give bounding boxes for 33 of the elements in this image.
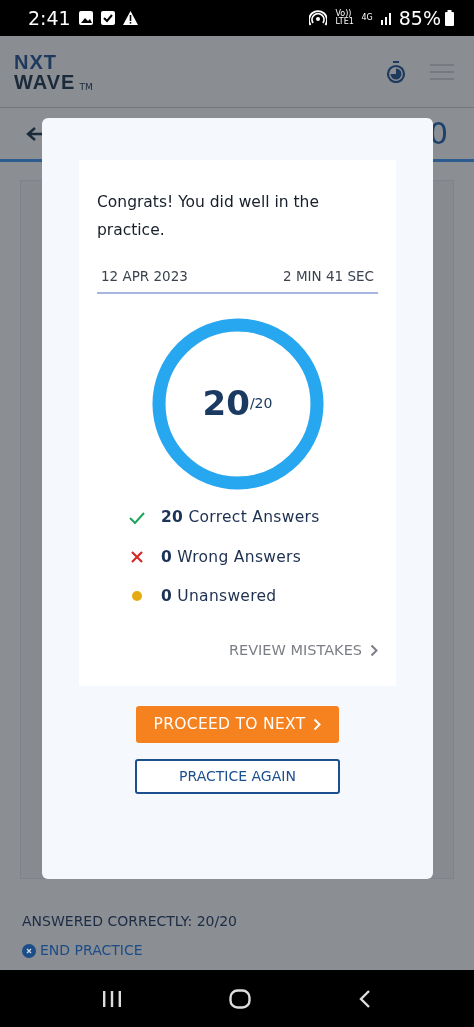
chevron-right-icon [370,644,378,658]
practice-date: 12 APR 2023 [101,267,188,286]
congrats-message: Congrats! You did well in the practice. [97,192,320,241]
recent-apps-icon[interactable] [101,989,122,1008]
network-label: Vo)) LTE1 [335,10,354,26]
clock-time: 2:41 [28,5,71,31]
hotspot-icon [309,10,328,26]
chevron-right-icon [313,717,322,731]
practice-duration: 2 MIN 41 SEC [283,267,374,286]
checkbox-icon [100,11,115,25]
back-icon[interactable] [358,988,373,1009]
battery-level: 85% [398,5,441,31]
review-mistakes-link[interactable]: REVIEW MISTAKES [228,640,378,662]
proceed-button[interactable]: PROCEED TO NEXT [135,705,340,743]
close-icon [22,943,36,958]
practice-again-button[interactable]: PRACTICE AGAIN [135,759,340,794]
stopwatch-icon[interactable] [386,60,406,83]
result-text: 0 Wrong Answers [161,546,302,568]
dot-icon [129,590,145,603]
check-icon [129,511,145,524]
warning-icon [122,11,138,25]
back-arrow-icon[interactable] [26,125,44,142]
data-label: 4G [361,14,373,22]
image-icon [78,11,93,25]
end-practice-link[interactable]: END PRACTICE [22,940,143,961]
logo: NXT WAVE TM [14,51,93,92]
result-text: 0 Unanswered [161,585,277,607]
home-icon[interactable] [229,988,251,1009]
score-value: 20$^{/20}$ [201,382,274,426]
summary-text: ANSWERED CORRECTLY: 20/20 [22,912,238,931]
battery-icon [445,10,454,26]
cross-icon [129,551,145,564]
result-text: 20 Correct Answers [161,507,320,529]
